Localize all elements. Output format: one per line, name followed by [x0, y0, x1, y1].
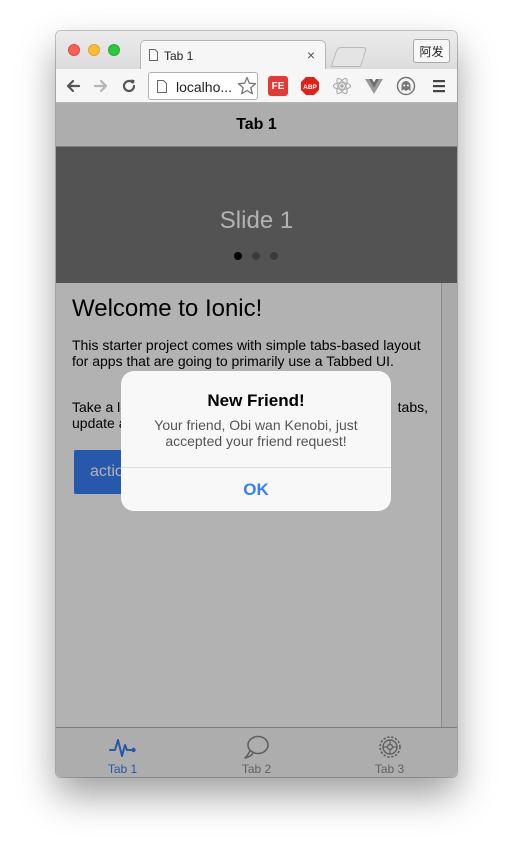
- alert-message: Your friend, Obi wan Kenobi, just accept…: [154, 417, 358, 449]
- browser-tabstrip: Tab 1 × 阿发: [56, 31, 457, 70]
- window-minimize-button[interactable]: [88, 44, 100, 56]
- react-devtools-icon[interactable]: [332, 76, 352, 96]
- forward-arrow-icon[interactable]: [92, 77, 110, 95]
- browser-tab-active[interactable]: Tab 1 ×: [140, 40, 326, 70]
- alert-title: New Friend!: [207, 391, 305, 410]
- chrome-menu-icon[interactable]: [429, 76, 449, 96]
- address-url: localho...: [176, 79, 233, 95]
- profile-button[interactable]: 阿发: [413, 39, 450, 63]
- address-bar[interactable]: localho...: [148, 72, 258, 100]
- browser-tab-title: Tab 1: [164, 49, 194, 63]
- adblock-plus-icon[interactable]: ABP: [300, 76, 320, 96]
- alert-ok-button[interactable]: OK: [121, 468, 391, 511]
- browser-window: Tab 1 × 阿发 localho... FE ABP Tab 1 Slide…: [56, 31, 457, 777]
- reload-icon[interactable]: [120, 77, 138, 95]
- vue-devtools-icon[interactable]: [364, 76, 384, 96]
- ghostery-icon[interactable]: [396, 76, 416, 96]
- adblock-label: ABP: [303, 84, 317, 91]
- page-icon: [157, 80, 167, 93]
- new-tab-button[interactable]: [330, 47, 368, 67]
- back-arrow-icon[interactable]: [64, 77, 82, 95]
- tab-close-icon[interactable]: ×: [307, 47, 315, 63]
- app-viewport: Tab 1 Slide 1 Welcome to Ionic! This sta…: [56, 103, 457, 777]
- browser-toolbar: localho... FE ABP: [56, 69, 457, 103]
- window-close-button[interactable]: [68, 44, 80, 56]
- page-icon: [149, 49, 158, 61]
- bookmark-star-icon[interactable]: [237, 76, 257, 96]
- fe-extension-icon[interactable]: FE: [268, 76, 288, 96]
- alert-dialog: New Friend! Your friend, Obi wan Kenobi,…: [121, 371, 391, 511]
- window-zoom-button[interactable]: [108, 44, 120, 56]
